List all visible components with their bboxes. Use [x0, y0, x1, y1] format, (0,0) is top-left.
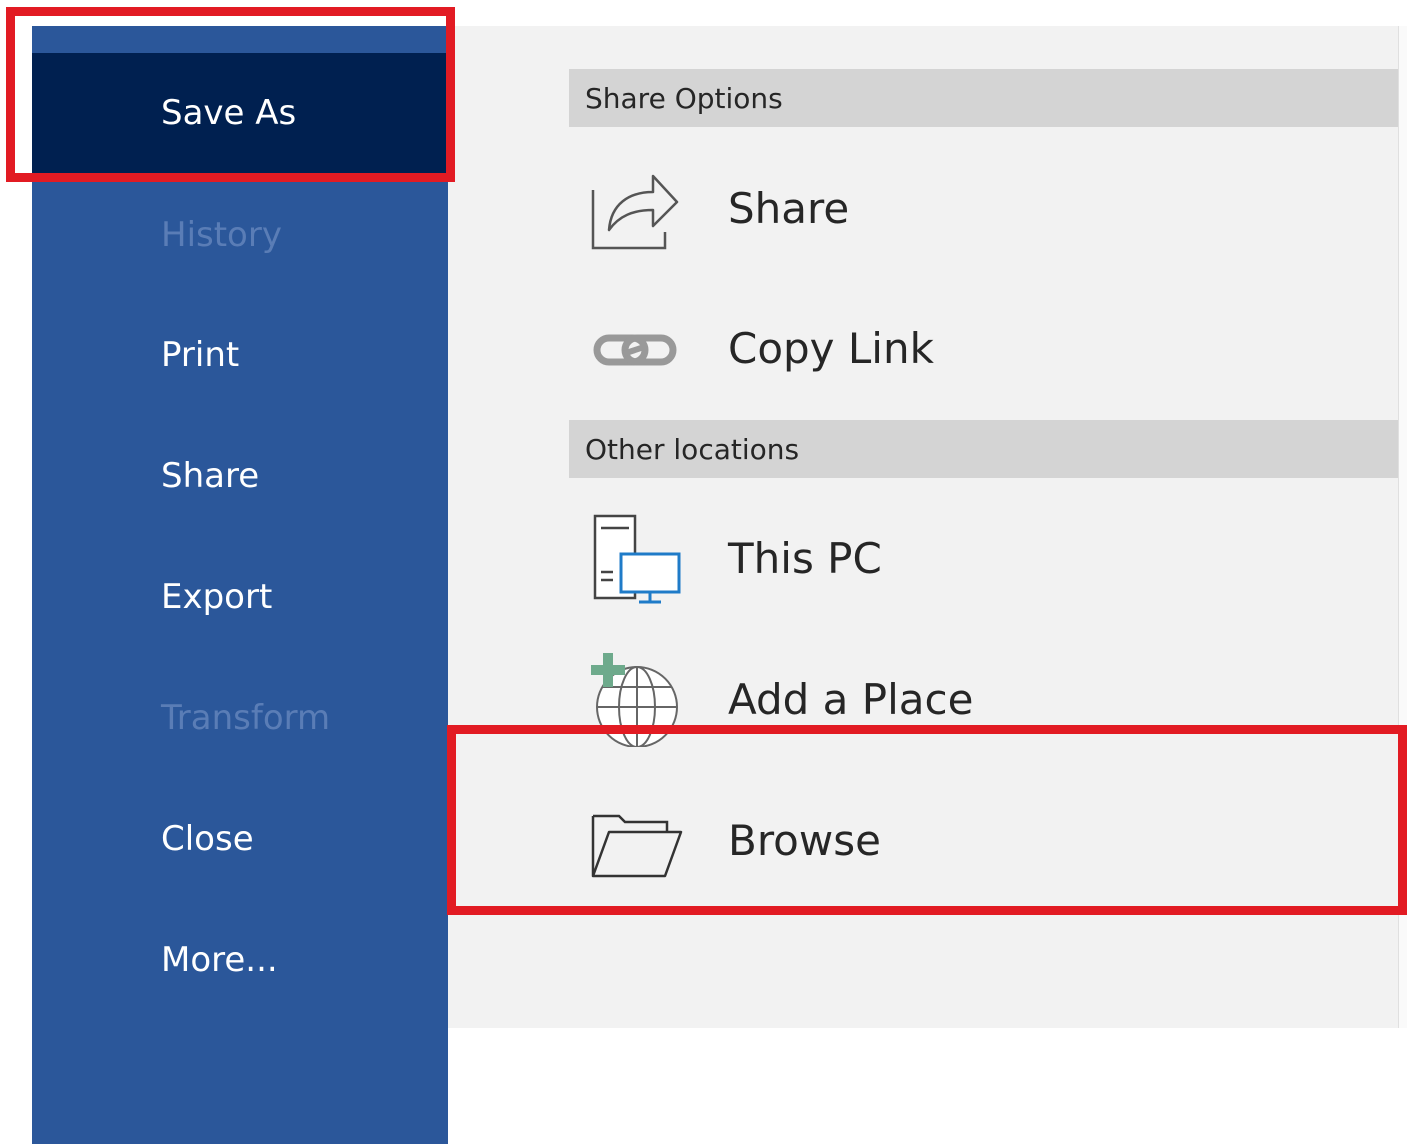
option-this-pc[interactable]: This PC: [569, 498, 1398, 618]
sidebar-item-label: Export: [161, 577, 273, 617]
option-label: Copy Link: [728, 323, 934, 373]
sidebar-item-history: History: [32, 175, 448, 295]
section-header-label: Share Options: [585, 81, 783, 115]
link-icon: [589, 300, 685, 396]
sidebar-item-label: Save As: [161, 93, 297, 133]
section-header-other-locations: Other locations: [569, 420, 1398, 478]
sidebar-item-label: Print: [161, 335, 240, 375]
section-header-label: Other locations: [585, 432, 800, 466]
option-label: Add a Place: [728, 674, 974, 724]
sidebar-item-label: History: [161, 215, 282, 255]
sidebar-item-export[interactable]: Export: [32, 537, 448, 657]
option-label: Share: [728, 183, 850, 233]
sidebar-item-transform: Transform: [32, 658, 448, 778]
option-copy-link[interactable]: Copy Link: [569, 288, 1398, 408]
add-place-globe-icon: [589, 651, 685, 747]
backstage-sidebar: Save As History Print Share Export Trans…: [32, 26, 448, 1144]
option-label: Browse: [728, 815, 881, 865]
section-header-share-options: Share Options: [569, 69, 1398, 127]
sidebar-item-print[interactable]: Print: [32, 295, 448, 415]
sidebar-item-save-as[interactable]: Save As: [32, 53, 448, 173]
sidebar-item-label: Transform: [161, 698, 331, 738]
option-label: This PC: [728, 533, 882, 583]
panel-scrollbar[interactable]: [1398, 26, 1407, 1028]
sidebar-item-more[interactable]: More...: [32, 900, 448, 1020]
this-pc-icon: [589, 510, 685, 606]
sidebar-item-share[interactable]: Share: [32, 416, 448, 536]
option-share[interactable]: Share: [569, 148, 1398, 268]
sidebar-item-label: Share: [161, 456, 260, 496]
option-browse[interactable]: Browse: [569, 780, 1398, 900]
share-icon: [589, 160, 685, 256]
sidebar-item-close[interactable]: Close: [32, 779, 448, 899]
sidebar-item-label: Close: [161, 819, 254, 859]
option-add-a-place[interactable]: Add a Place: [569, 639, 1398, 759]
sidebar-item-label: More...: [161, 940, 278, 980]
folder-icon: [589, 792, 685, 888]
